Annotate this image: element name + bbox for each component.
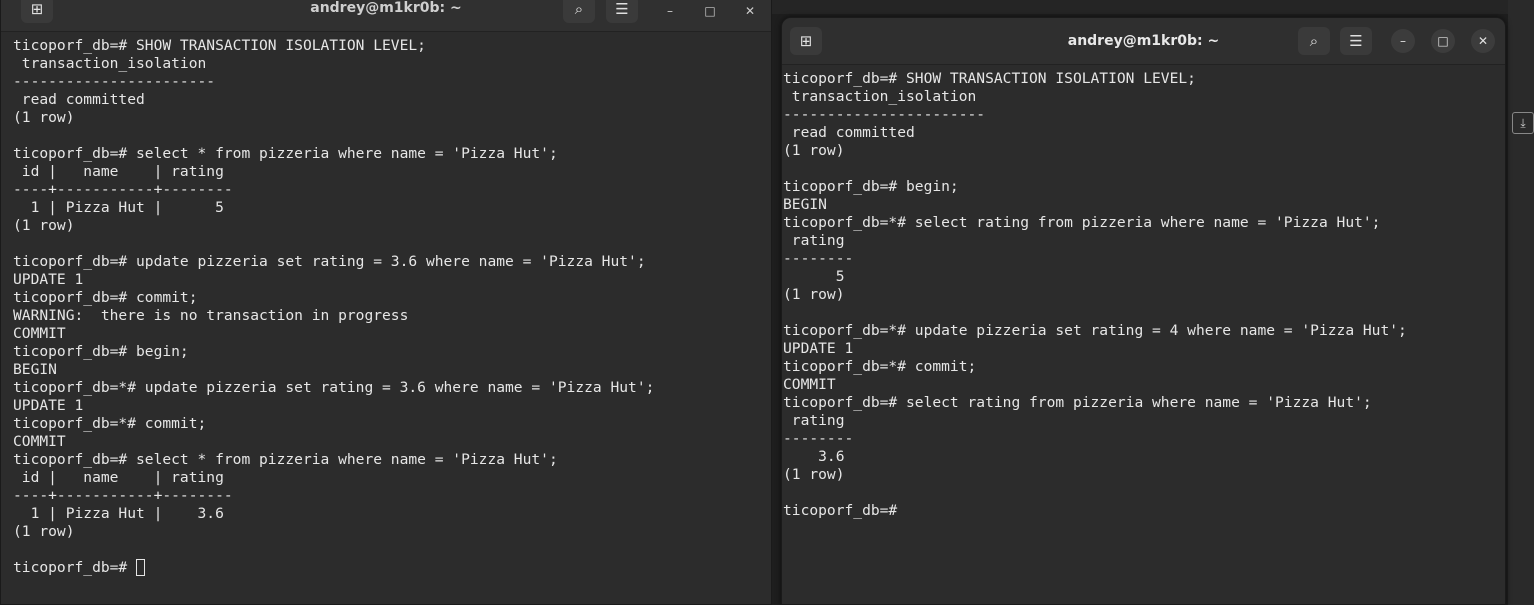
terminal-output[interactable]: ticoporf_db=# SHOW TRANSACTION ISOLATION…	[1, 37, 771, 604]
background-browser-sidebar: ⤓	[1508, 0, 1534, 605]
terminal-line: ticoporf_db=# select * from pizzeria whe…	[13, 451, 558, 468]
terminal-line: COMMIT	[13, 325, 66, 342]
terminal-line: BEGIN	[783, 196, 827, 213]
minimize-icon[interactable]: –	[1391, 29, 1415, 53]
terminal-line: (1 row)	[783, 286, 845, 303]
terminal-line: COMMIT	[13, 433, 66, 450]
terminal-line: ticoporf_db=# SHOW TRANSACTION ISOLATION…	[783, 70, 1196, 87]
terminal-output[interactable]: ticoporf_db=# SHOW TRANSACTION ISOLATION…	[782, 70, 1505, 604]
terminal-line: (1 row)	[783, 142, 845, 159]
terminal-line: transaction_isolation	[783, 88, 977, 105]
terminal-line: (1 row)	[13, 217, 75, 234]
terminal-line: (1 row)	[13, 109, 75, 126]
window-title: andrey@m1kr0b: ~	[310, 0, 462, 16]
maximize-icon[interactable]: □	[1431, 29, 1455, 53]
titlebar[interactable]: ⊞ andrey@m1kr0b: ~ ⌕ ☰ – □ ✕	[782, 18, 1505, 65]
search-icon[interactable]: ⌕	[1298, 27, 1330, 55]
terminal-window-right[interactable]: ⊞ andrey@m1kr0b: ~ ⌕ ☰ – □ ✕ ticoporf_db…	[781, 17, 1506, 605]
terminal-line: ticoporf_db=# commit;	[13, 289, 198, 306]
hamburger-menu-icon[interactable]: ☰	[1340, 27, 1372, 55]
terminal-line: read committed	[783, 124, 915, 141]
terminal-line: ticoporf_db=# update pizzeria set rating…	[13, 253, 646, 270]
terminal-line: ticoporf_db=*# update pizzeria set ratin…	[13, 379, 655, 396]
terminal-line: BEGIN	[13, 361, 57, 378]
terminal-line: rating	[783, 232, 845, 249]
terminal-line: UPDATE 1	[783, 340, 854, 357]
terminal-line: COMMIT	[783, 376, 836, 393]
terminal-line: -----------------------	[783, 106, 986, 123]
maximize-icon[interactable]: □	[698, 0, 722, 23]
terminal-line: 5	[783, 268, 845, 285]
terminal-line: 1 | Pizza Hut | 3.6	[13, 505, 224, 522]
prompt-text: ticoporf_db=#	[13, 559, 137, 576]
terminal-line: (1 row)	[783, 466, 845, 483]
minimize-icon[interactable]: –	[658, 0, 682, 23]
terminal-line: UPDATE 1	[13, 397, 84, 414]
terminal-line: 3.6	[783, 448, 845, 465]
terminal-line: id | name | rating	[13, 163, 224, 180]
terminal-line: UPDATE 1	[13, 271, 84, 288]
terminal-line: ticoporf_db=*# commit;	[13, 415, 207, 432]
background-browser-tabbar	[772, 0, 1534, 14]
download-icon[interactable]: ⤓	[1512, 112, 1534, 134]
terminal-line: ticoporf_db=# select rating from pizzeri…	[783, 394, 1372, 411]
terminal-line: read committed	[13, 91, 145, 108]
terminal-line: (1 row)	[13, 523, 75, 540]
terminal-line: id | name | rating	[13, 469, 224, 486]
terminal-line: rating	[783, 412, 845, 429]
text-cursor	[136, 559, 146, 576]
terminal-line: ----+-----------+--------	[13, 487, 233, 504]
close-icon[interactable]: ✕	[738, 0, 762, 23]
terminal-line: ticoporf_db=#	[783, 502, 907, 519]
terminal-line: transaction_isolation	[13, 55, 207, 72]
terminal-line: WARNING: there is no transaction in prog…	[13, 307, 409, 324]
terminal-line: -----------------------	[13, 73, 216, 90]
terminal-line: ----+-----------+--------	[13, 181, 233, 198]
terminal-line: ticoporf_db=*# select rating from pizzer…	[783, 214, 1381, 231]
terminal-line: --------	[783, 430, 854, 447]
terminal-line: ticoporf_db=*# commit;	[783, 358, 977, 375]
terminal-line: ticoporf_db=# SHOW TRANSACTION ISOLATION…	[13, 37, 426, 54]
terminal-line: 1 | Pizza Hut | 5	[13, 199, 224, 216]
terminal-prompt-line[interactable]: ticoporf_db=#	[13, 559, 771, 577]
terminal-line: --------	[783, 250, 854, 267]
terminal-line: ticoporf_db=# begin;	[13, 343, 189, 360]
terminal-line: ticoporf_db=# select * from pizzeria whe…	[13, 145, 558, 162]
terminal-line: ticoporf_db=*# update pizzeria set ratin…	[783, 322, 1407, 339]
titlebar[interactable]: ⊞ andrey@m1kr0b: ~ ⌕ ☰ – □ ✕	[1, 0, 771, 32]
hamburger-menu-icon[interactable]: ☰	[606, 0, 638, 23]
search-icon[interactable]: ⌕	[563, 0, 595, 23]
terminal-line: ticoporf_db=# begin;	[783, 178, 959, 195]
terminal-window-left[interactable]: ⊞ andrey@m1kr0b: ~ ⌕ ☰ – □ ✕ ticoporf_db…	[0, 0, 772, 605]
close-icon[interactable]: ✕	[1471, 29, 1495, 53]
